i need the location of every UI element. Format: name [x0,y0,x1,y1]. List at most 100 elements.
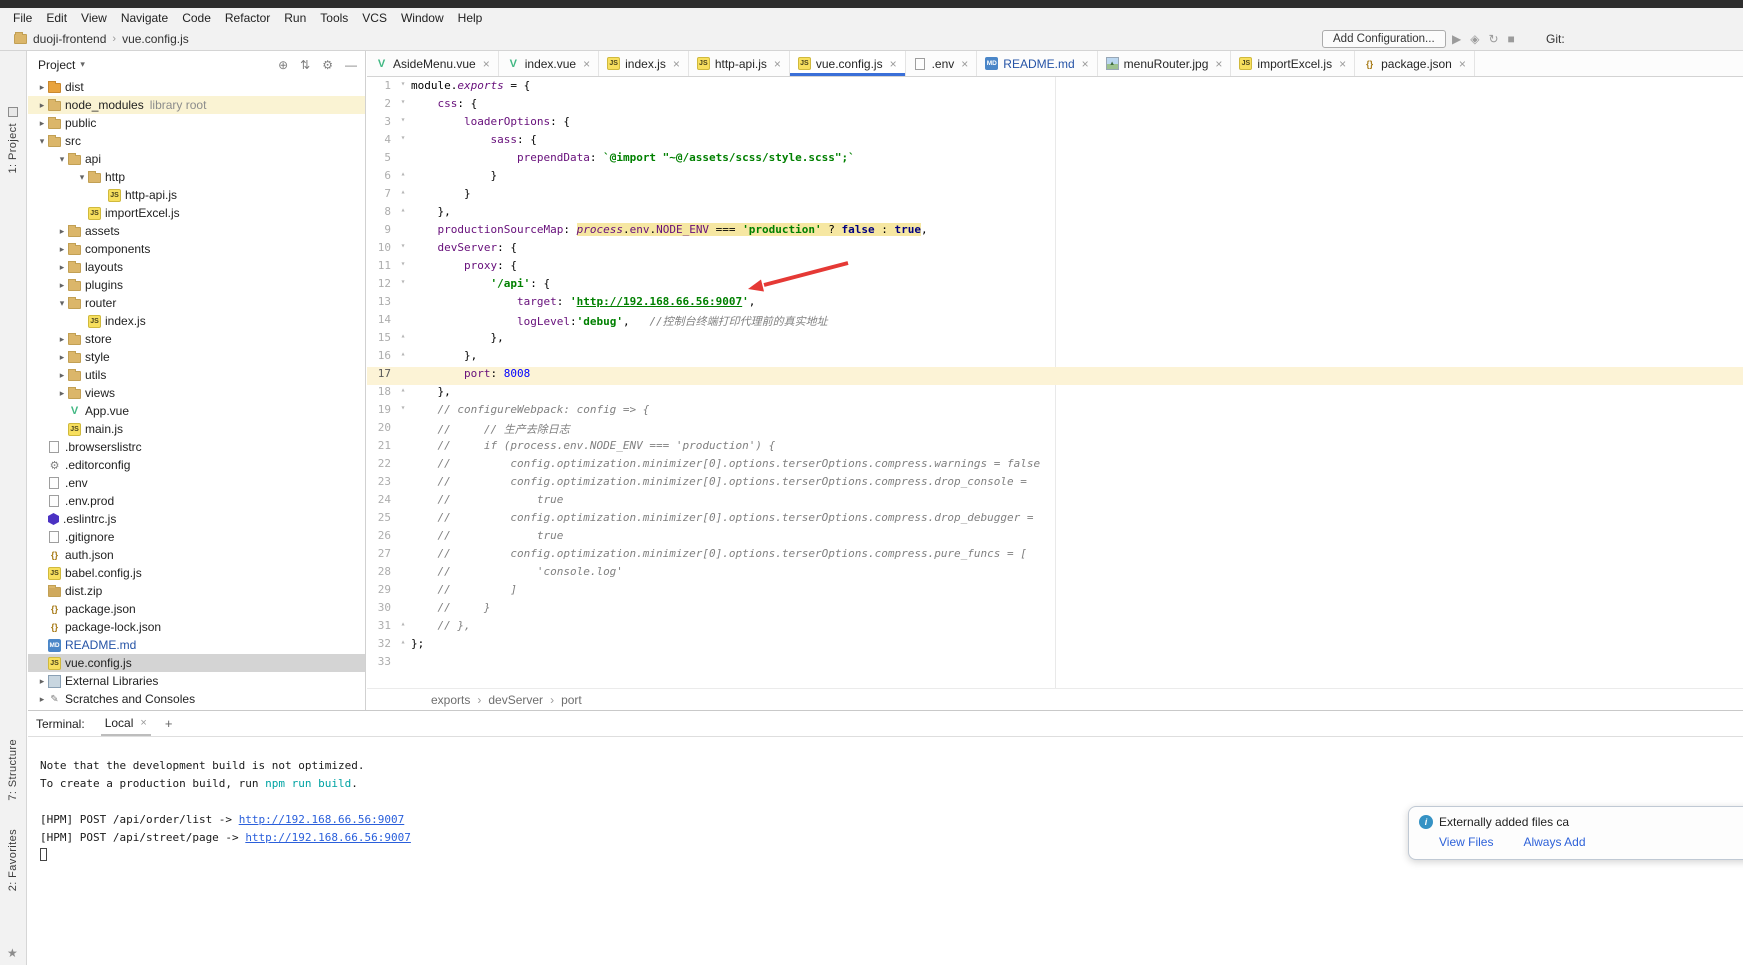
tree-item-views[interactable]: ▸views [28,384,365,402]
code-line[interactable]: 30 // } [367,601,1743,619]
fold-open-icon[interactable]: ▾ [395,79,411,97]
tree-item-app-vue[interactable]: VApp.vue [28,402,365,420]
menu-view[interactable]: View [74,8,114,28]
code-line[interactable]: 24 // true [367,493,1743,511]
editor-tab-readme-md[interactable]: MDREADME.md× [977,51,1097,76]
chevron-expanded-icon[interactable]: ▾ [36,136,48,147]
hide-icon[interactable]: — [345,58,357,72]
code-line[interactable]: 21 // if (process.env.NODE_ENV === 'prod… [367,439,1743,457]
close-icon[interactable]: × [890,57,897,71]
chevron-collapsed-icon[interactable]: ▸ [36,82,48,93]
add-terminal-icon[interactable]: + [165,716,173,731]
tree-item-browserslistrc[interactable]: .browserslistrc [28,438,365,456]
tree-item-utils[interactable]: ▸utils [28,366,365,384]
tree-item-layouts[interactable]: ▸layouts [28,258,365,276]
tree-item-store[interactable]: ▸store [28,330,365,348]
chevron-collapsed-icon[interactable]: ▸ [36,118,48,129]
close-icon[interactable]: × [673,57,680,71]
tree-item-readme-md[interactable]: MDREADME.md [28,636,365,654]
code-line[interactable]: 32▴}; [367,637,1743,655]
code-line[interactable]: 2▾ css: { [367,97,1743,115]
code-line[interactable]: 31▴ // }, [367,619,1743,637]
code-line[interactable]: 9 productionSourceMap: process.env.NODE_… [367,223,1743,241]
tree-item-scratches-and-consoles[interactable]: ▸✎Scratches and Consoles [28,690,365,708]
code-line[interactable]: 25 // config.optimization.minimizer[0].o… [367,511,1743,529]
chevron-expanded-icon[interactable]: ▾ [56,298,68,309]
fold-close-icon[interactable]: ▴ [395,619,411,637]
chevron-expanded-icon[interactable]: ▾ [76,172,88,183]
code-line[interactable]: 5 prependData: `@import "~@/assets/scss/… [367,151,1743,169]
always-add-link[interactable]: Always Add [1523,835,1585,849]
tree-item-gitignore[interactable]: .gitignore [28,528,365,546]
fold-close-icon[interactable]: ▴ [395,205,411,223]
tree-item-http-api-js[interactable]: JShttp-api.js [28,186,365,204]
tool-button-structure[interactable]: 7: Structure [7,739,19,801]
tree-item-dist-zip[interactable]: dist.zip [28,582,365,600]
terminal-link[interactable]: http://192.168.66.56:9007 [239,813,405,826]
menu-window[interactable]: Window [394,8,451,28]
add-configuration-button[interactable]: Add Configuration... [1322,30,1446,48]
tree-item-env-prod[interactable]: .env.prod [28,492,365,510]
code-line[interactable]: 14 logLevel:'debug', //控制台终端打印代理前的真实地址 [367,313,1743,331]
editor-tab-http-api-js[interactable]: JShttp-api.js× [689,51,790,76]
stop-icon[interactable]: ■ [1508,31,1515,47]
terminal-tab-local[interactable]: Local × [101,711,151,736]
fold-open-icon[interactable]: ▾ [395,97,411,115]
fold-close-icon[interactable]: ▴ [395,187,411,205]
fold-close-icon[interactable]: ▴ [395,637,411,655]
chevron-collapsed-icon[interactable]: ▸ [36,100,48,111]
editor-tab-asidemenu-vue[interactable]: VAsideMenu.vue× [367,51,499,76]
tree-item-importexcel-js[interactable]: JSimportExcel.js [28,204,365,222]
code-line[interactable]: 3▾ loaderOptions: { [367,115,1743,133]
tree-item-router[interactable]: ▾router [28,294,365,312]
close-icon[interactable]: × [1459,57,1466,71]
tree-item-vue-config-js[interactable]: JSvue.config.js [28,654,365,672]
tree-item-main-js[interactable]: JSmain.js [28,420,365,438]
chevron-collapsed-icon[interactable]: ▸ [36,676,48,687]
close-icon[interactable]: × [961,57,968,71]
close-icon[interactable]: × [1339,57,1346,71]
tree-item-babel-config-js[interactable]: JSbabel.config.js [28,564,365,582]
code-line[interactable]: 28 // 'console.log' [367,565,1743,583]
breadcrumb-item-devserver[interactable]: devServer [488,693,543,707]
code-line[interactable]: 18▴ }, [367,385,1743,403]
code-line[interactable]: 33 [367,655,1743,673]
run-icon[interactable]: ▶ [1452,31,1461,47]
code-line[interactable]: 11▾ proxy: { [367,259,1743,277]
menu-help[interactable]: Help [451,8,490,28]
code-line[interactable]: 22 // config.optimization.minimizer[0].o… [367,457,1743,475]
fold-close-icon[interactable]: ▴ [395,331,411,349]
menu-run[interactable]: Run [277,8,313,28]
tree-item-components[interactable]: ▸components [28,240,365,258]
tree-item-external-libraries[interactable]: ▸External Libraries [28,672,365,690]
code-line[interactable]: 7▴ } [367,187,1743,205]
tree-item-http[interactable]: ▾http [28,168,365,186]
tree-item-plugins[interactable]: ▸plugins [28,276,365,294]
editor-tab-index-js[interactable]: JSindex.js× [599,51,689,76]
code-line[interactable]: 1▾module.exports = { [367,79,1743,97]
code-line[interactable]: 26 // true [367,529,1743,547]
view-files-link[interactable]: View Files [1439,835,1493,849]
code-line[interactable]: 16▴ }, [367,349,1743,367]
code-line[interactable]: 6▴ } [367,169,1743,187]
chevron-collapsed-icon[interactable]: ▸ [36,694,48,705]
tool-button-favorites[interactable]: 2: Favorites [7,829,19,891]
code-line[interactable]: 23 // config.optimization.minimizer[0].o… [367,475,1743,493]
chevron-down-icon[interactable]: ▾ [80,59,85,70]
tree-item-src[interactable]: ▾src [28,132,365,150]
fold-open-icon[interactable]: ▾ [395,241,411,259]
close-icon[interactable]: × [583,57,590,71]
menu-vcs[interactable]: VCS [355,8,394,28]
settings-icon[interactable]: ⚙ [322,58,333,72]
breadcrumb-item-port[interactable]: port [561,693,582,707]
tree-item-index-js[interactable]: JSindex.js [28,312,365,330]
code-line[interactable]: 20 // // 生产去除日志 [367,421,1743,439]
code-line[interactable]: 13 target: 'http://192.168.66.56:9007', [367,295,1743,313]
locate-icon[interactable]: ⊕ [278,58,288,72]
fold-close-icon[interactable]: ▴ [395,169,411,187]
close-icon[interactable]: × [140,717,146,729]
menu-edit[interactable]: Edit [39,8,74,28]
chevron-collapsed-icon[interactable]: ▸ [56,352,68,363]
editor-tab-menurouter-jpg[interactable]: ▲menuRouter.jpg× [1098,51,1232,76]
breadcrumb-item-exports[interactable]: exports [431,693,470,707]
